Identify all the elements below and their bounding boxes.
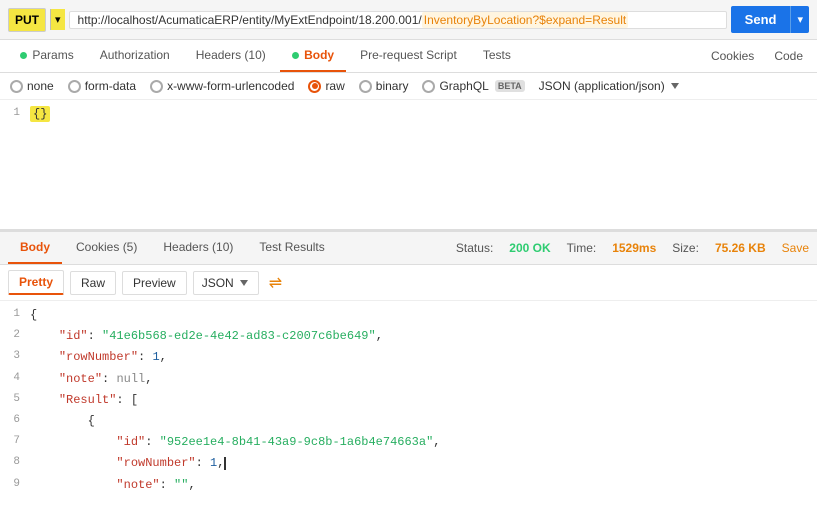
res-line-8: 8 "rowNumber": 1, xyxy=(0,453,817,474)
params-dot xyxy=(20,52,27,59)
body-type-urlencoded[interactable]: x-www-form-urlencoded xyxy=(150,79,294,93)
tab-authorization[interactable]: Authorization xyxy=(88,40,182,72)
code-line-1: 1 {} xyxy=(0,106,817,122)
url-highlight: InventoryByLocation?$expand=Result xyxy=(422,12,628,28)
response-body: 1 { 2 "id": "41e6b568-ed2e-4e42-ad83-c20… xyxy=(0,301,817,491)
res-line-1: 1 { xyxy=(0,305,817,326)
res-line-2: 2 "id": "41e6b568-ed2e-4e42-ad83-c2007c6… xyxy=(0,326,817,347)
response-header: Body Cookies (5) Headers (10) Test Resul… xyxy=(0,230,817,265)
radio-graphql xyxy=(422,80,435,93)
request-body-editor[interactable]: 1 {} xyxy=(0,100,817,230)
tab-headers[interactable]: Headers (10) xyxy=(184,40,278,72)
radio-form-data xyxy=(68,80,81,93)
res-tab-cookies[interactable]: Cookies (5) xyxy=(64,232,149,264)
body-dot xyxy=(292,52,299,59)
body-type-binary[interactable]: binary xyxy=(359,79,409,93)
radio-none xyxy=(10,80,23,93)
format-btn-pretty[interactable]: Pretty xyxy=(8,270,64,295)
cookies-link[interactable]: Cookies xyxy=(705,41,760,71)
body-type-graphql[interactable]: GraphQL BETA xyxy=(422,79,524,93)
tab-params[interactable]: Params xyxy=(8,40,86,72)
tab-tests[interactable]: Tests xyxy=(471,40,523,72)
body-type-none[interactable]: none xyxy=(10,79,54,93)
res-line-3: 3 "rowNumber": 1, xyxy=(0,347,817,368)
body-content: {} xyxy=(30,106,50,122)
res-line-6: 6 { xyxy=(0,411,817,432)
format-btn-preview[interactable]: Preview xyxy=(122,271,187,295)
send-button[interactable]: Send xyxy=(731,6,791,33)
res-tab-headers[interactable]: Headers (10) xyxy=(151,232,245,264)
format-btn-raw[interactable]: Raw xyxy=(70,271,116,295)
status-value: 200 OK xyxy=(509,241,550,255)
res-line-5: 5 "Result": [ xyxy=(0,390,817,411)
res-line-4: 4 "note": null, xyxy=(0,369,817,390)
body-type-raw[interactable]: raw xyxy=(308,79,344,93)
send-dropdown-arrow[interactable]: ▾ xyxy=(790,6,809,33)
request-tabs: Params Authorization Headers (10) Body P… xyxy=(0,40,817,73)
json-format-dropdown-icon xyxy=(671,83,679,89)
json-format-select[interactable]: JSON (application/json) xyxy=(539,79,681,93)
save-response-link[interactable]: Save xyxy=(782,241,809,255)
res-tab-body[interactable]: Body xyxy=(8,232,62,264)
tab-pre-request-script[interactable]: Pre-request Script xyxy=(348,40,469,72)
body-type-selector: none form-data x-www-form-urlencoded raw… xyxy=(0,73,817,100)
time-label: Time: xyxy=(567,241,597,255)
radio-binary xyxy=(359,80,372,93)
time-value: 1529ms xyxy=(612,241,656,255)
top-bar: PUT ▾ http://localhost/AcumaticaERP/enti… xyxy=(0,0,817,40)
response-tabs: Body Cookies (5) Headers (10) Test Resul… xyxy=(8,232,456,264)
tab-body[interactable]: Body xyxy=(280,40,346,72)
json-view-dropdown[interactable]: JSON xyxy=(193,271,259,295)
response-meta: Status: 200 OK Time: 1529ms Size: 75.26 … xyxy=(456,241,809,255)
code-link[interactable]: Code xyxy=(768,41,809,71)
filter-icon[interactable]: ⇌ xyxy=(269,273,282,293)
beta-badge: BETA xyxy=(495,80,525,92)
radio-urlencoded xyxy=(150,80,163,93)
url-base: http://localhost/AcumaticaERP/entity/MyE… xyxy=(78,13,422,27)
response-format-bar: Pretty Raw Preview JSON ⇌ xyxy=(0,265,817,301)
res-tab-test-results[interactable]: Test Results xyxy=(247,232,336,264)
size-label: Size: xyxy=(672,241,699,255)
method-dropdown-arrow[interactable]: ▾ xyxy=(50,9,65,30)
size-value: 75.26 KB xyxy=(715,241,766,255)
radio-raw xyxy=(308,80,321,93)
json-dropdown-icon xyxy=(240,280,248,286)
res-line-9: 9 "note": "", xyxy=(0,475,817,492)
res-line-7: 7 "id": "952ee1e4-8b41-43a9-9c8b-1a6b4e7… xyxy=(0,432,817,453)
method-select[interactable]: PUT xyxy=(8,8,46,32)
status-label: Status: xyxy=(456,241,493,255)
body-type-form-data[interactable]: form-data xyxy=(68,79,136,93)
